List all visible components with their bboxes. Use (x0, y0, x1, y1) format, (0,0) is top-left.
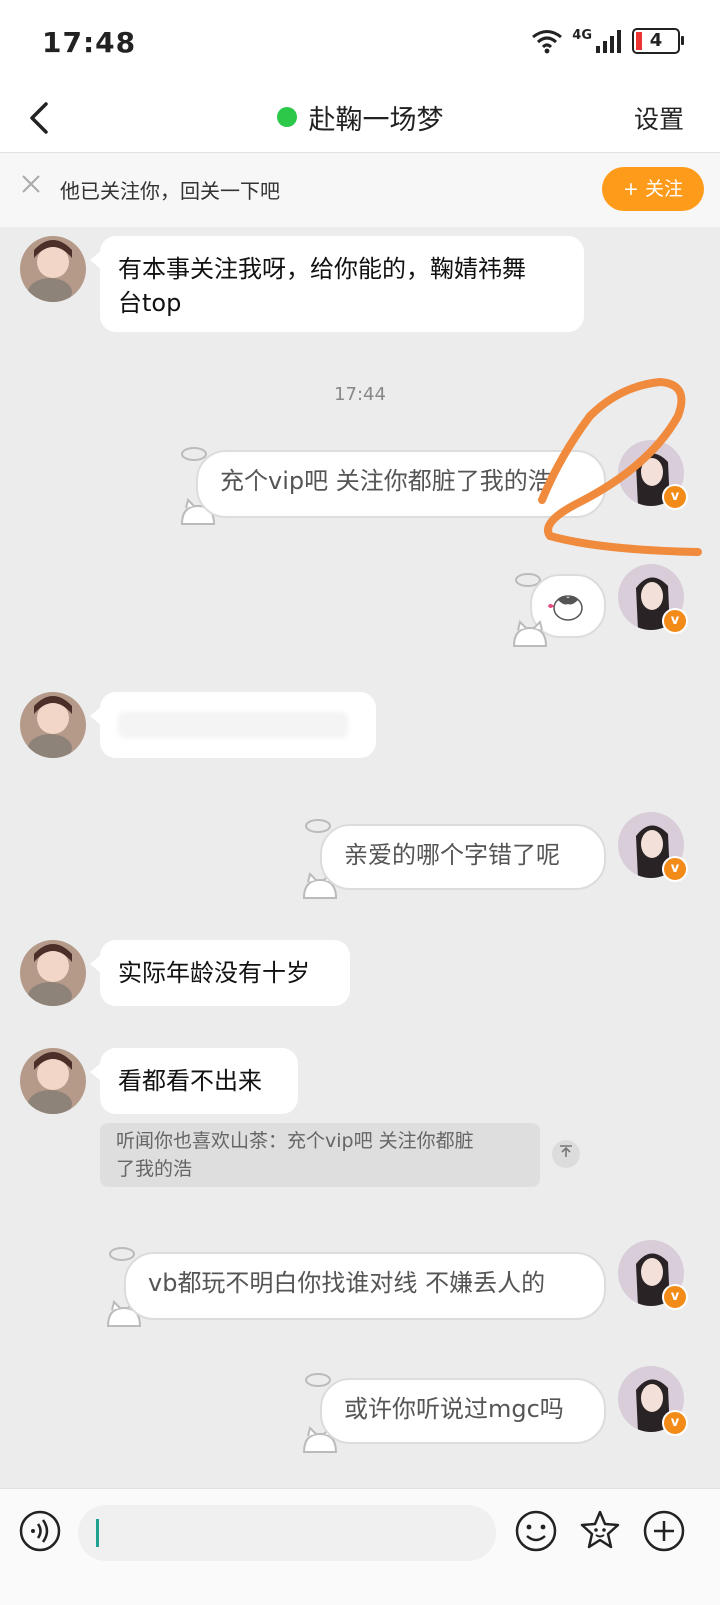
quoted-text: 了我的浩 (116, 1158, 193, 1180)
annotation-scribble (538, 378, 702, 556)
battery-icon: 4 (632, 28, 684, 54)
message-text: 或许你听说过mgc吗 (344, 1395, 564, 1423)
quoted-text: 听闻你也喜欢山茶：充个vip吧 关注你都脏 (116, 1130, 474, 1152)
message-bubble-incoming[interactable]: 看都看不出来 (90, 1048, 298, 1114)
signal-icon (596, 30, 621, 53)
contact-avatar[interactable] (20, 940, 86, 1006)
message-text: 台top (118, 289, 182, 317)
contact-avatar[interactable] (20, 236, 86, 302)
verified-badge-icon: v (662, 1410, 688, 1436)
status-icons: 4G 4 (530, 28, 684, 54)
sticker-icon[interactable] (578, 1509, 622, 1553)
follow-back-button[interactable]: + 关注 (602, 167, 704, 211)
status-time: 17:48 (42, 26, 137, 59)
settings-button[interactable]: 设置 (634, 100, 684, 136)
status-bar: 17:48 4G 4 (0, 0, 720, 84)
message-bubble-incoming[interactable]: 有本事关注我呀，给你能的，鞠婧祎舞 台top (90, 236, 584, 332)
contact-avatar[interactable] (20, 692, 86, 758)
message-bubble-outgoing[interactable]: 亲爱的哪个字错了呢 (320, 824, 606, 890)
avatar-image (20, 692, 86, 758)
quoted-reply[interactable]: 听闻你也喜欢山茶：充个vip吧 关注你都脏 了我的浩 (100, 1123, 540, 1187)
wifi-icon (532, 30, 563, 54)
close-icon[interactable] (20, 173, 42, 195)
message-text: 充个vip吧 关注你都脏了我的浩 (220, 467, 552, 495)
battery-level: 4 (649, 30, 663, 51)
message-bubble-incoming-blurred[interactable] (90, 692, 376, 758)
add-more-icon[interactable] (642, 1509, 686, 1553)
contact-avatar[interactable] (20, 1048, 86, 1114)
avatar-image (20, 940, 86, 1006)
emoji-icon[interactable] (514, 1509, 558, 1553)
follow-prompt-text: 他已关注你，回关一下吧 (60, 179, 280, 203)
verified-badge-icon: v (662, 856, 688, 882)
message-bubble-outgoing[interactable]: 或许你听说过mgc吗 (320, 1378, 606, 1444)
jump-to-quote-icon[interactable] (552, 1140, 580, 1168)
bubble-cat-decoration-icon (512, 620, 548, 647)
voice-input-icon[interactable] (18, 1509, 62, 1553)
avatar-image (20, 236, 86, 302)
contact-name: 赴鞠一场梦 (308, 105, 444, 136)
follow-prompt-bar: 他已关注你，回关一下吧 + 关注 (0, 153, 720, 227)
verified-badge-icon: v (662, 1284, 688, 1310)
message-bubble-incoming[interactable]: 实际年龄没有十岁 (90, 940, 350, 1006)
message-text: 有本事关注我呀，给你能的，鞠婧祎舞 (118, 255, 526, 283)
nav-title: 赴鞠一场梦 (0, 98, 720, 137)
online-status-icon (276, 107, 297, 127)
message-input[interactable] (78, 1505, 496, 1561)
input-bar (0, 1488, 720, 1605)
text-cursor (96, 1519, 99, 1547)
message-text: 看都看不出来 (118, 1067, 262, 1095)
nav-bar: 赴鞠一场梦 设置 (0, 84, 720, 153)
message-text: 亲爱的哪个字错了呢 (344, 841, 560, 869)
message-text: vb都玩不明白你找谁对线 不嫌丢人的 (148, 1269, 546, 1297)
message-text: 实际年龄没有十岁 (118, 959, 310, 987)
message-bubble-outgoing[interactable]: vb都玩不明白你找谁对线 不嫌丢人的 (124, 1252, 606, 1320)
network-label: 4G (572, 28, 592, 43)
avatar-image (20, 1048, 86, 1114)
verified-badge-icon: v (662, 608, 688, 634)
